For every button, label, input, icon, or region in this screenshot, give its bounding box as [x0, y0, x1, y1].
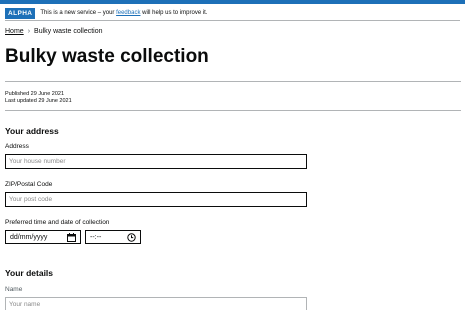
page-title: Bulky waste collection	[5, 46, 209, 67]
chevron-right-icon: ›	[27, 28, 31, 35]
time-value: --:--	[90, 233, 102, 241]
date-input[interactable]: dd/mm/yyyy	[5, 230, 81, 244]
phase-text-after: will help us to improve it.	[142, 10, 208, 16]
publication-meta: Published 29 June 2021 Last updated 29 J…	[5, 91, 72, 104]
feedback-link[interactable]: feedback	[116, 10, 140, 16]
address-input[interactable]	[5, 154, 307, 169]
name-label: Name	[5, 286, 23, 293]
collection-datetime-label: Preferred time and date of collection	[5, 219, 110, 226]
time-input[interactable]: --:--	[85, 230, 141, 244]
details-heading: Your details	[5, 268, 54, 278]
zip-label: ZIP/Postal Code	[5, 181, 53, 188]
calendar-icon[interactable]	[67, 232, 76, 242]
breadcrumb-home-link[interactable]: Home	[5, 28, 24, 35]
clock-icon[interactable]	[127, 232, 136, 242]
breadcrumb: Home › Bulky waste collection	[5, 28, 103, 35]
published-date: Published 29 June 2021	[5, 91, 65, 97]
divider	[5, 110, 461, 111]
address-heading: Your address	[5, 126, 59, 136]
divider	[5, 81, 461, 82]
last-updated-date: Last updated 29 June 2021	[5, 97, 72, 104]
breadcrumb-current: Bulky waste collection	[34, 28, 103, 35]
date-value: dd/mm/yyyy	[10, 233, 48, 241]
phase-text-before: This is a new service – your	[40, 10, 115, 16]
phase-banner-text: This is a new service – your feedback wi…	[40, 10, 207, 16]
name-input[interactable]	[5, 297, 307, 310]
phase-tag: ALPHA	[5, 7, 36, 19]
phase-banner: ALPHA This is a new service – your feedb…	[5, 7, 460, 21]
address-label: Address	[5, 143, 29, 150]
zip-input[interactable]	[5, 192, 307, 207]
header-bar	[0, 0, 465, 4]
